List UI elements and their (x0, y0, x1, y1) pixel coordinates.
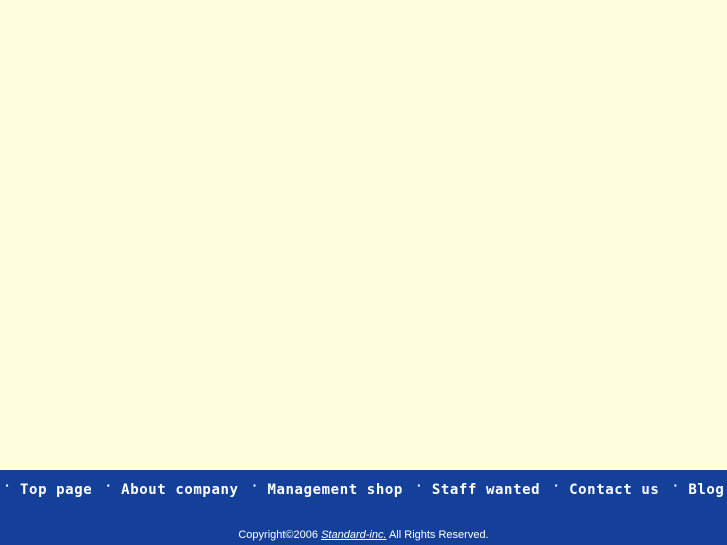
footer-navigation: ・ Top page ・ About company ・ Management … (0, 478, 727, 502)
bullet-icon: ・ (2, 482, 12, 492)
bullet-icon: ・ (414, 482, 424, 492)
bullet-icon: ・ (670, 482, 680, 492)
nav-link-blog[interactable]: Blog (688, 478, 724, 502)
nav-link-about-company[interactable]: About company (121, 478, 238, 502)
bullet-icon: ・ (103, 482, 113, 492)
page-root: ・ Top page ・ About company ・ Management … (0, 0, 727, 545)
nav-link-top-page[interactable]: Top page (20, 478, 92, 502)
copyright-company-link[interactable]: Standard-inc. (321, 529, 386, 541)
nav-link-staff-wanted[interactable]: Staff wanted (432, 478, 540, 502)
bullet-icon: ・ (250, 482, 260, 492)
empty-content-area (0, 0, 727, 470)
site-footer: ・ Top page ・ About company ・ Management … (0, 470, 727, 545)
copyright-prefix-text: Copyright©2006 (238, 529, 322, 541)
bullet-icon: ・ (551, 482, 561, 492)
copyright-line: Copyright©2006 Standard-inc. All Rights … (0, 528, 727, 542)
copyright-suffix-text: All Rights Reserved. (386, 529, 489, 541)
nav-link-contact-us[interactable]: Contact us (569, 478, 659, 502)
nav-link-management-shop[interactable]: Management shop (267, 478, 402, 502)
